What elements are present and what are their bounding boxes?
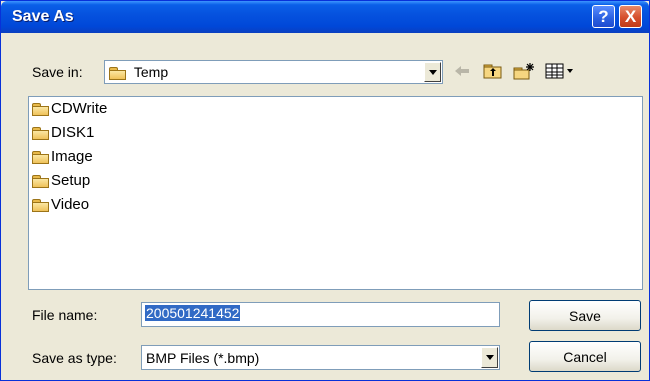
folder-icon [32,102,49,116]
list-item[interactable]: DISK1 [29,121,642,145]
title-bar[interactable]: Save As ? X [1,1,649,33]
save-as-type-dropdown[interactable]: BMP Files (*.bmp) [141,345,500,370]
folder-icon [109,66,126,80]
list-item[interactable]: Video [29,193,642,217]
help-icon: ? [598,6,609,26]
folder-icon [32,198,49,212]
cancel-button-label: Cancel [563,348,607,365]
save-as-type-label: Save as type: [32,350,117,366]
file-name-label: File name: [32,307,98,323]
folder-icon [32,126,49,140]
save-as-dialog: Save As ? X Save in: Temp CDWrite DISK1 … [0,0,650,381]
save-in-value: Temp [133,64,169,80]
help-button[interactable]: ? [592,5,615,28]
chevron-down-icon[interactable] [424,62,441,82]
save-as-type-value: BMP Files (*.bmp) [146,350,260,366]
list-item[interactable]: Setup [29,169,642,193]
save-in-label: Save in: [32,64,83,80]
dialog-title: Save As [12,8,74,25]
chevron-down-icon[interactable] [481,347,498,368]
new-folder-icon[interactable] [513,62,535,80]
save-button-label: Save [569,307,601,324]
close-button[interactable]: X [619,5,642,28]
close-icon: X [624,6,637,26]
back-arrow-icon[interactable] [453,62,471,80]
view-menu-icon[interactable] [545,62,575,80]
list-item[interactable]: Image [29,145,642,169]
save-in-dropdown[interactable]: Temp [104,60,443,84]
cancel-button[interactable]: Cancel [529,341,641,372]
file-name-field[interactable]: 200501241452 [141,302,500,327]
save-button[interactable]: Save [529,300,641,331]
folder-icon [32,150,49,164]
folder-icon [32,174,49,188]
file-name-value: 200501241452 [145,305,241,321]
file-list[interactable]: CDWrite DISK1 Image Setup Video [28,96,643,290]
up-folder-icon[interactable] [483,62,503,80]
list-item[interactable]: CDWrite [29,97,642,121]
